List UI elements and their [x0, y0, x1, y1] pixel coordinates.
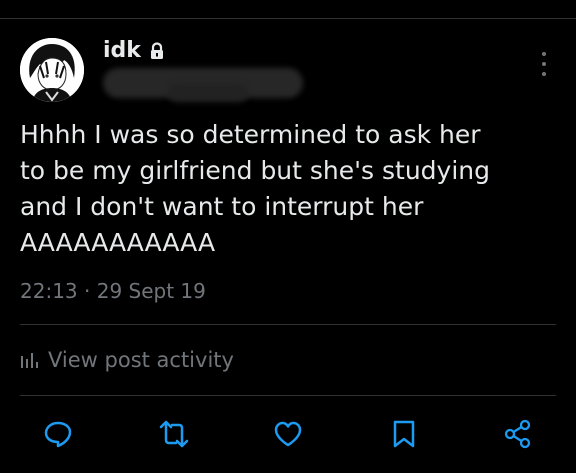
meta-separator: ·	[84, 279, 91, 303]
bookmark-icon[interactable]	[388, 418, 420, 450]
like-icon[interactable]	[272, 418, 304, 450]
post-text: Hhhh I was so determined to ask her to b…	[20, 120, 490, 257]
post-date[interactable]: 29 Sept 19	[97, 279, 206, 303]
divider-bottom	[20, 395, 556, 396]
activity-label[interactable]: View post activity	[48, 348, 234, 372]
post-timestamp[interactable]: 22:13 · 29 Sept 19	[20, 279, 206, 303]
share-icon[interactable]	[502, 418, 534, 450]
avatar[interactable]	[20, 38, 84, 102]
action-bar	[0, 410, 576, 460]
more-options-icon[interactable]	[538, 52, 550, 76]
repost-icon[interactable]	[158, 418, 190, 450]
reply-icon[interactable]	[42, 418, 74, 450]
bar-chart-icon	[20, 351, 38, 369]
top-divider	[0, 18, 576, 19]
user-name[interactable]: idk	[103, 38, 165, 63]
view-activity-link[interactable]: View post activity	[20, 348, 234, 372]
redacted-handle-extra	[168, 84, 248, 102]
post-time[interactable]: 22:13	[20, 279, 78, 303]
display-name[interactable]: idk	[103, 38, 141, 63]
lock-icon	[149, 41, 165, 60]
divider-top	[20, 324, 556, 325]
